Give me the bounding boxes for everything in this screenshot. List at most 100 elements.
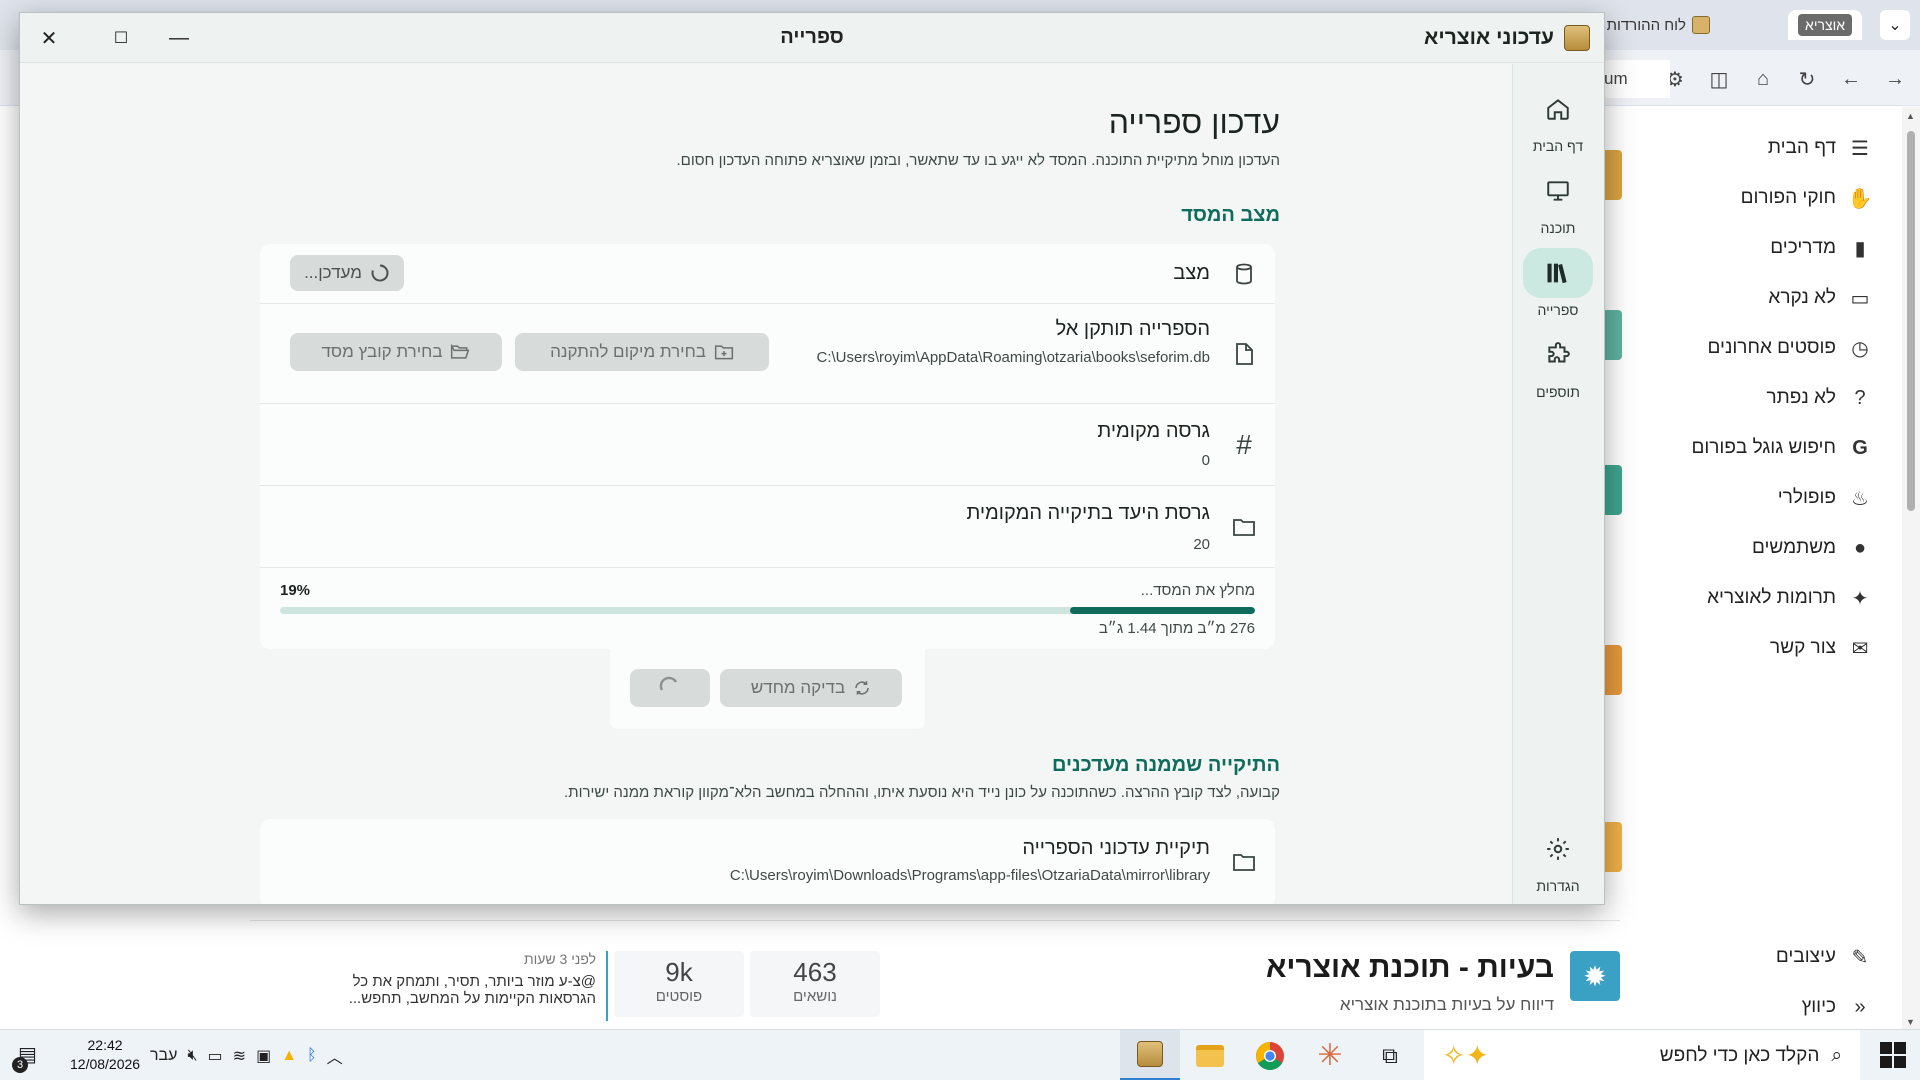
sidebar-item-unread[interactable]: ▭ לא נקרא <box>1630 273 1900 323</box>
title-bar[interactable]: עדכוני אוצריא ספרייה — ☐ ✕ <box>20 13 1604 63</box>
sidebar-item-unsolved[interactable]: ? לא נפתר <box>1630 373 1900 423</box>
collapse-icon: « <box>1854 995 1866 1018</box>
recheck-button[interactable]: בדיקה מחדש <box>720 669 902 707</box>
reader-view-icon[interactable]: ◫ <box>1704 64 1734 94</box>
windows-logo-icon <box>1880 1042 1892 1054</box>
choose-db-file-button[interactable]: בחירת קובץ מסד <box>290 333 502 371</box>
home-icon[interactable]: ⌂ <box>1748 64 1778 94</box>
notification-center-button[interactable]: ▤ 3 <box>12 1042 37 1073</box>
chevron-up-icon[interactable]: ︿ <box>327 1044 343 1068</box>
category-title[interactable]: בעיות - תוכנת אוצריא <box>1266 951 1554 985</box>
target-version-value: 20 <box>1193 536 1210 553</box>
task-view-button[interactable]: ⧉ <box>1360 1030 1420 1080</box>
search-placeholder: הקלד כאן כדי לחפש <box>1659 1044 1820 1066</box>
close-button[interactable]: ✕ <box>34 23 64 53</box>
minimize-icon: — <box>169 26 189 49</box>
sidebar-item-guides[interactable]: ▮ מדריכים <box>1630 223 1900 273</box>
spinner-icon <box>370 263 390 283</box>
wifi-icon[interactable]: ≋ <box>233 1046 246 1066</box>
nav-item-library[interactable]: ספרייה <box>1512 248 1604 318</box>
sidebar-item-donations[interactable]: ✦ תרומות לאוצריא <box>1630 573 1900 623</box>
category-subtitle: דיווח על בעיות בתוכנת אוצריא <box>1339 995 1554 1014</box>
volume-muted-icon[interactable]: 🔇︎ <box>187 1047 197 1065</box>
notification-count: 3 <box>12 1057 28 1073</box>
scroll-down-icon[interactable]: ▼ <box>1906 1017 1915 1027</box>
database-icon <box>1231 261 1257 287</box>
sidebar-item-label: כיווץ <box>1801 996 1836 1017</box>
nav-item-software[interactable]: תוכנה <box>1512 166 1604 236</box>
battery-icon[interactable]: ▭ <box>208 1046 223 1066</box>
chevron-down-icon: ⌄ <box>1888 17 1902 34</box>
sidebar-item-google[interactable]: G חיפוש גוגל בפורום <box>1630 423 1900 473</box>
browser-tab-active[interactable]: אוצריא <box>1788 10 1862 40</box>
progress-bar <box>280 607 1255 614</box>
clock[interactable]: 22:42 12/08/2026 <box>70 1036 140 1074</box>
nav-item-home[interactable]: דף הבית <box>1512 84 1604 154</box>
busy-button[interactable] <box>630 669 710 707</box>
updating-button[interactable]: מעדכן... <box>290 255 404 291</box>
forward-icon[interactable]: → <box>1880 64 1910 94</box>
google-drive-icon[interactable]: ▲ <box>281 1047 297 1065</box>
db-section-title: מצב המסד <box>1181 204 1280 226</box>
sidebar-item-label: עיצובים <box>1775 946 1836 967</box>
sidebar-item-rules[interactable]: ✋ חוקי הפורום <box>1630 173 1900 223</box>
choose-location-button[interactable]: בחירת מיקום להתקנה <box>515 333 769 371</box>
book-icon: ▮ <box>1854 237 1866 260</box>
reload-icon[interactable]: ↻ <box>1792 64 1822 94</box>
sidebar-item-recent[interactable]: ◷ פוסטים אחרונים <box>1630 323 1900 373</box>
nav-label: הגדרות <box>1536 878 1580 894</box>
posts-stat: 9k פוסטים <box>614 951 744 1017</box>
sidebar-item-home[interactable]: ☰ דף הבית <box>1630 123 1900 173</box>
library-icon <box>1523 248 1593 298</box>
otzaria-icon <box>1137 1041 1163 1067</box>
clock-date: 12/08/2026 <box>70 1056 141 1072</box>
choose-location-label: בחירת מיקום להתקנה <box>550 342 706 361</box>
user-icon: ● <box>1853 536 1867 559</box>
sidebar-item-collapse[interactable]: « כיווץ <box>1802 982 1900 1032</box>
minimize-button[interactable]: — <box>164 23 194 53</box>
language-indicator[interactable]: עבר <box>150 1047 177 1065</box>
db-status-card: מצב מעדכן... הספרייה תותקן אל C:\Users\r… <box>260 244 1275 649</box>
last-post-text: @צ-ע מוזר ביותר, תסיר, ותמחק את כל <box>352 973 596 990</box>
maximize-button[interactable]: ☐ <box>106 23 136 53</box>
local-version-row: # גרסה מקומית 0 <box>260 404 1275 486</box>
last-post-teaser[interactable]: לפני 3 שעות @צ-ע מוזר ביותר, תסיר, ותמחק… <box>308 951 608 1021</box>
meet-icon[interactable]: ▣ <box>256 1046 271 1066</box>
system-tray: עבר 🔇︎ ▭ ≋ ▣ ▲ ᛒ ︿ <box>150 1030 343 1080</box>
forum-category-row[interactable]: ✹ בעיות - תוכנת אוצריא דיווח על בעיות בת… <box>250 920 1620 1028</box>
start-button[interactable] <box>1880 1042 1906 1068</box>
sidebar-item-label: חיפוש גוגל בפורום <box>1691 437 1836 458</box>
main-content: עדכון ספרייה העדכון מוחל מתיקיית התוכנה.… <box>20 64 1511 904</box>
sidebar-item-contact[interactable]: ✉ צור קשר <box>1630 623 1900 673</box>
progress-fill <box>1069 607 1255 614</box>
tab-tag: אוצריא <box>1798 14 1852 36</box>
bug-icon: ✹ <box>1570 951 1620 1001</box>
refresh-icon <box>853 679 871 697</box>
sidebar-item-users[interactable]: ● משתמשים <box>1630 523 1900 573</box>
taskbar-app-claude[interactable]: ✳ <box>1300 1030 1360 1080</box>
fire-icon: ♨ <box>1851 487 1869 510</box>
back-icon[interactable]: ← <box>1836 64 1866 94</box>
nav-item-addons[interactable]: תוספים <box>1512 330 1604 400</box>
taskbar-search[interactable]: ⌕ הקלד כאן כדי לחפש ✦✧ <box>1424 1030 1860 1080</box>
nav-label: דף הבית <box>1532 138 1584 154</box>
sidebar-item-themes[interactable]: ✎ עיצובים <box>1776 932 1900 982</box>
nav-item-settings[interactable]: הגדרות <box>1512 824 1604 894</box>
sidebar-item-popular[interactable]: ♨ פופולרי <box>1630 473 1900 523</box>
updating-button-label: מעדכן... <box>304 263 362 282</box>
page-scrollbar[interactable]: ▲ ▼ <box>1902 107 1920 1029</box>
task-view-icon: ⧉ <box>1382 1042 1398 1068</box>
topics-label: נושאים <box>793 988 837 1005</box>
folder-add-icon <box>714 343 734 361</box>
spinner-icon <box>658 676 682 700</box>
taskbar-app-explorer[interactable] <box>1180 1030 1240 1080</box>
tab-list-button[interactable]: ⌄ <box>1880 10 1910 40</box>
bluetooth-icon[interactable]: ᛒ <box>307 1047 317 1065</box>
taskbar-app-otzaria[interactable] <box>1120 1030 1180 1080</box>
scrollbar-thumb[interactable] <box>1907 131 1915 511</box>
scroll-up-icon[interactable]: ▲ <box>1906 111 1915 121</box>
sidebar-item-label: פוסטים אחרונים <box>1707 337 1836 358</box>
nav-rail: דף הבית תוכנה ספרייה תוספים הגדרות <box>1512 64 1604 904</box>
taskbar-app-chrome[interactable] <box>1240 1030 1300 1080</box>
install-path-row: הספרייה תותקן אל C:\Users\royim\AppData\… <box>260 304 1275 404</box>
